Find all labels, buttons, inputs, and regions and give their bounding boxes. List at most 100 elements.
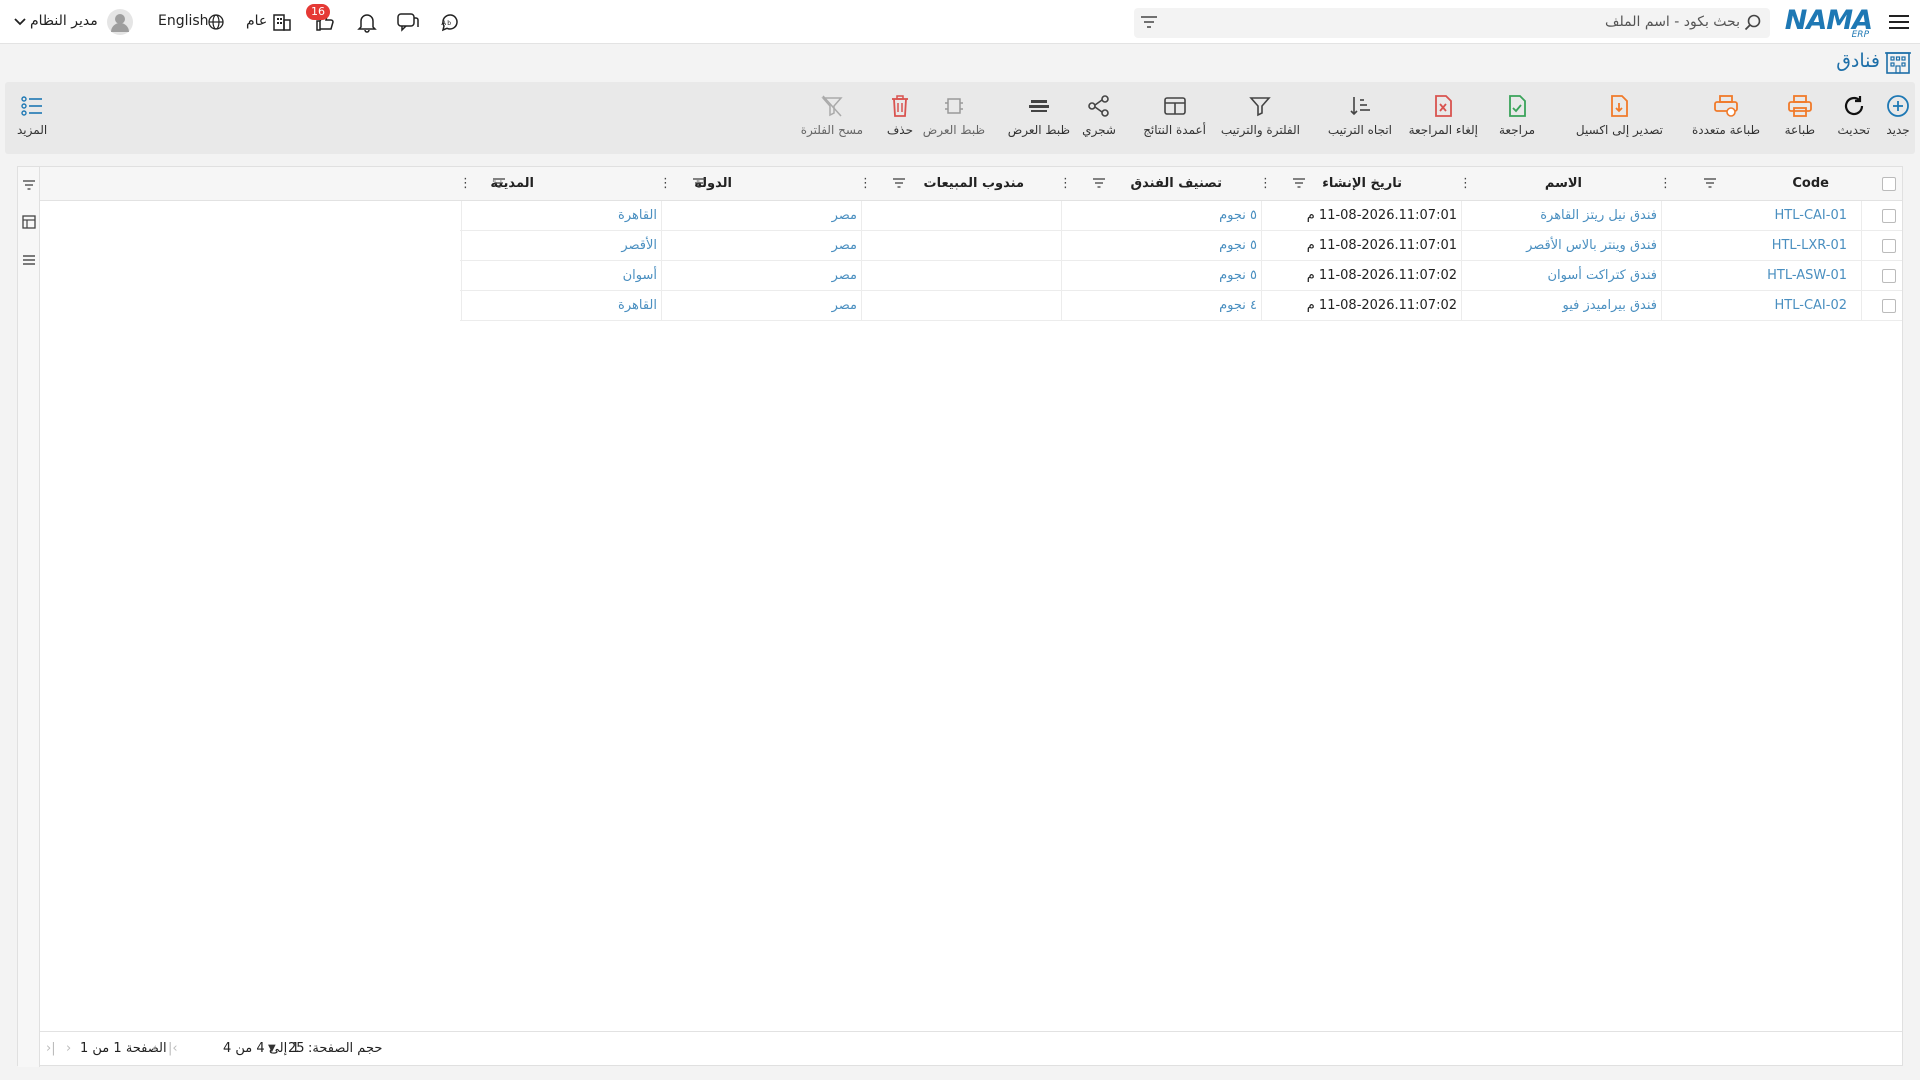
filter-lines-icon[interactable]	[21, 177, 37, 193]
filter-sort-button[interactable]: الفلترة والترتيب	[1221, 92, 1300, 137]
table-icon[interactable]	[21, 214, 37, 230]
user-menu[interactable]: مدير النظام	[30, 13, 98, 29]
header-label: تصنيف الفندق	[1130, 176, 1222, 191]
cell-rating[interactable]: ٤ نجوم	[1219, 291, 1257, 321]
page-size-label: حجم الصفحة:	[308, 1041, 383, 1056]
scope-label[interactable]: عام	[246, 13, 267, 29]
new-button[interactable]: جديد	[1886, 92, 1910, 137]
column-menu-icon[interactable]: ⋮	[1459, 167, 1472, 201]
row-checkbox[interactable]	[1882, 299, 1896, 313]
top-bar: NAMA ERP بحث بكود - اسم الملف Ab 16 عام …	[0, 0, 1920, 44]
chat-icon[interactable]	[396, 10, 420, 34]
column-menu-icon[interactable]: ⋮	[459, 167, 472, 201]
approvals-icon[interactable]: 16	[306, 4, 336, 34]
clear-filter-button[interactable]: مسح الفلترة	[801, 92, 863, 137]
review-button[interactable]: مراجعة	[1499, 92, 1535, 137]
last-page-icon[interactable]: ›|	[168, 1041, 178, 1056]
search-input[interactable]: بحث بكود - اسم الملف	[1134, 8, 1770, 38]
cell-city[interactable]: القاهرة	[618, 201, 657, 231]
cell-city[interactable]: أسوان	[623, 261, 657, 291]
column-filter-icon[interactable]	[492, 177, 506, 193]
row-checkbox[interactable]	[1882, 269, 1896, 283]
result-columns-button[interactable]: أعمدة النتائج	[1143, 92, 1206, 137]
multi-print-button[interactable]: طباعة متعددة	[1692, 92, 1760, 137]
refresh-icon	[1842, 92, 1866, 120]
cell-rating[interactable]: ٥ نجوم	[1219, 231, 1257, 261]
column-menu-icon[interactable]: ⋮	[1659, 167, 1672, 201]
bell-icon[interactable]	[355, 10, 379, 34]
cell-rating[interactable]: ٥ نجوم	[1219, 261, 1257, 291]
table-row[interactable]: HTL-LXR-01 فندق وينتر بالاس الأقصر 11-08…	[460, 231, 1902, 261]
prev-page-icon[interactable]: ‹	[66, 1041, 71, 1056]
table-row[interactable]: HTL-CAI-01 فندق نيل ريتز القاهرة 11-08-2…	[460, 201, 1902, 231]
avatar[interactable]	[106, 8, 134, 36]
column-header-country[interactable]: الدولة	[672, 167, 852, 201]
data-grid: Code ⋮ الاسم ⋮ تاريخ الإنشاء ⋮ تصنيف الف…	[17, 166, 1903, 1067]
cell-code[interactable]: HTL-ASW-01	[1767, 261, 1847, 291]
column-menu-icon[interactable]: ⋮	[859, 167, 872, 201]
app-logo[interactable]: NAMA ERP	[1782, 4, 1873, 40]
logo-subtext: ERP	[1851, 30, 1869, 40]
column-header-created[interactable]: تاريخ الإنشاء	[1272, 167, 1452, 201]
column-header-code[interactable]: Code	[1703, 167, 1853, 201]
column-header-city[interactable]: المدينة	[472, 167, 652, 201]
delete-button[interactable]: حذف	[887, 92, 913, 137]
page-size-select[interactable]: 25	[288, 1041, 305, 1056]
header-label: الاسم	[1544, 176, 1582, 191]
cell-code[interactable]: HTL-LXR-01	[1772, 231, 1847, 261]
column-header-sales-rep[interactable]: مندوب المبيعات	[872, 167, 1052, 201]
cell-rating[interactable]: ٥ نجوم	[1219, 201, 1257, 231]
filter-icon[interactable]	[1140, 14, 1158, 34]
cell-code[interactable]: HTL-CAI-02	[1775, 291, 1847, 321]
cell-name[interactable]: فندق نيل ريتز القاهرة	[1540, 201, 1657, 231]
table-row[interactable]: HTL-CAI-02 فندق بيراميدز فيو 11-08-2026.…	[460, 291, 1902, 321]
next-page-icon[interactable]: ›	[152, 1041, 157, 1056]
cell-name[interactable]: فندق كتراكت أسوان	[1547, 261, 1657, 291]
search-placeholder: بحث بكود - اسم الملف	[1605, 14, 1740, 30]
refresh-button[interactable]: تحديث	[1837, 92, 1870, 137]
view-settings-button[interactable]: ظبط العرض	[1008, 92, 1070, 137]
translate-icon[interactable]: Ab	[438, 10, 462, 34]
language-switch[interactable]: English	[158, 13, 209, 29]
row-checkbox[interactable]	[1882, 239, 1896, 253]
column-header-name[interactable]: الاسم	[1502, 167, 1652, 201]
more-button[interactable]: المزيد	[17, 92, 47, 137]
first-page-icon[interactable]: |‹	[46, 1041, 56, 1056]
cell-name[interactable]: فندق وينتر بالاس الأقصر	[1526, 231, 1657, 261]
tree-button[interactable]: شجري	[1082, 92, 1116, 137]
company-icon[interactable]	[270, 10, 294, 34]
cell-country[interactable]: مصر	[832, 201, 857, 231]
cell-code[interactable]: HTL-CAI-01	[1775, 201, 1847, 231]
sort-direction-button[interactable]: اتجاه الترتيب	[1328, 92, 1392, 137]
cancel-file-icon	[1432, 92, 1454, 120]
chevron-down-icon[interactable]	[8, 10, 32, 34]
new-label: جديد	[1886, 123, 1910, 137]
page-size-dropdown-icon[interactable]: ▼	[268, 1043, 276, 1054]
export-excel-button[interactable]: تصدير إلى اكسيل	[1576, 92, 1663, 137]
column-filter-icon[interactable]	[1092, 177, 1106, 193]
delete-label: حذف	[886, 123, 913, 137]
cell-name[interactable]: فندق بيراميدز فيو	[1563, 291, 1657, 321]
print-button[interactable]: طباعة	[1785, 92, 1815, 137]
column-filter-icon[interactable]	[892, 177, 906, 193]
cancel-review-button[interactable]: إلغاء المراجعة	[1409, 92, 1478, 137]
table-row[interactable]: HTL-ASW-01 فندق كتراكت أسوان 11-08-2026.…	[460, 261, 1902, 291]
cell-city[interactable]: القاهرة	[618, 291, 657, 321]
column-filter-icon[interactable]	[1292, 177, 1306, 193]
column-menu-icon[interactable]: ⋮	[1059, 167, 1072, 201]
menu-icon[interactable]	[1888, 11, 1910, 33]
column-filter-icon[interactable]	[1703, 177, 1717, 193]
grid-side-panel	[18, 167, 40, 1067]
cell-city[interactable]: الأقصر	[621, 231, 657, 261]
view-settings-alt-button[interactable]: ظبط العرض	[923, 92, 985, 137]
column-header-rating[interactable]: تصنيف الفندق	[1072, 167, 1252, 201]
cell-country[interactable]: مصر	[832, 261, 857, 291]
column-filter-icon[interactable]	[692, 177, 706, 193]
cell-country[interactable]: مصر	[832, 231, 857, 261]
columns-list-icon[interactable]	[21, 252, 37, 268]
column-menu-icon[interactable]: ⋮	[1259, 167, 1272, 201]
column-menu-icon[interactable]: ⋮	[659, 167, 672, 201]
row-checkbox[interactable]	[1882, 209, 1896, 223]
select-all-checkbox[interactable]	[1882, 177, 1896, 191]
cell-country[interactable]: مصر	[832, 291, 857, 321]
